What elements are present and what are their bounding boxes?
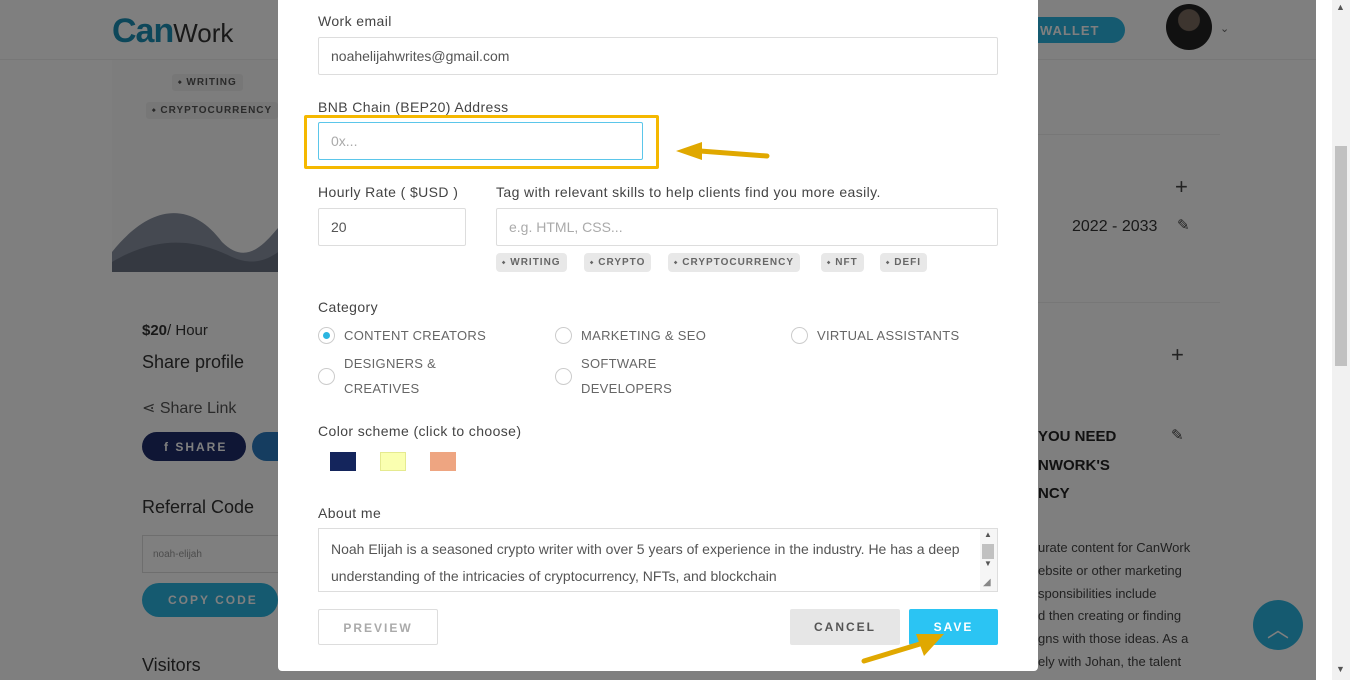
category-radio-virtual-assistants[interactable] bbox=[791, 327, 808, 344]
category-radio-marketing-seo[interactable] bbox=[555, 327, 572, 344]
page-scrollbar[interactable]: ▲ ▼ bbox=[1332, 0, 1350, 680]
hourly-rate-field[interactable] bbox=[318, 208, 466, 246]
category-option-label[interactable]: MARKETING & SEO bbox=[581, 323, 706, 348]
scroll-up-icon[interactable]: ▲ bbox=[984, 530, 992, 539]
skill-tag[interactable]: ⬩ NFT bbox=[821, 253, 864, 272]
category-option-label[interactable]: VIRTUAL ASSISTANTS bbox=[817, 323, 959, 348]
tag-icon: ⬩ bbox=[827, 257, 832, 267]
category-radio-content-creators[interactable] bbox=[318, 327, 335, 344]
about-me-textarea[interactable]: Noah Elijah is a seasoned crypto writer … bbox=[318, 528, 998, 592]
tag-icon: ⬩ bbox=[886, 257, 891, 267]
annotation-arrow-icon bbox=[676, 142, 770, 160]
bnb-address-label: BNB Chain (BEP20) Address bbox=[318, 99, 509, 115]
skill-tag[interactable]: ⬩ WRITING bbox=[496, 253, 567, 272]
bnb-address-highlight bbox=[304, 115, 659, 169]
scroll-down-icon[interactable]: ▼ bbox=[984, 559, 992, 568]
color-swatch-peach[interactable] bbox=[430, 452, 456, 471]
skill-tag[interactable]: ⬩ CRYPTOCURRENCY bbox=[668, 253, 801, 272]
skills-input[interactable] bbox=[496, 208, 998, 246]
category-option-label[interactable]: CONTENT CREATORS bbox=[344, 323, 486, 348]
work-email-label: Work email bbox=[318, 13, 392, 29]
skill-tag[interactable]: ⬩ DEFI bbox=[880, 253, 928, 272]
tag-icon: ⬩ bbox=[674, 257, 679, 267]
about-me-label: About me bbox=[318, 505, 382, 521]
category-option-label[interactable]: SOFTWARE DEVELOPERS bbox=[581, 351, 672, 401]
scrollbar-thumb[interactable] bbox=[982, 544, 994, 559]
resize-grip-icon[interactable]: ◢ bbox=[983, 577, 991, 588]
tag-icon: ⬩ bbox=[590, 257, 595, 267]
tag-icon: ⬩ bbox=[502, 257, 507, 267]
annotation-arrow-icon bbox=[861, 634, 944, 664]
category-label: Category bbox=[318, 299, 379, 315]
color-swatch-navy[interactable] bbox=[330, 452, 356, 471]
work-email-field[interactable] bbox=[318, 37, 998, 75]
category-radio-software-developers[interactable] bbox=[555, 368, 572, 385]
category-radio-designers-creatives[interactable] bbox=[318, 368, 335, 385]
textarea-scrollbar[interactable]: ▲ ▼ ◢ bbox=[980, 529, 997, 591]
skills-label: Tag with relevant skills to help clients… bbox=[496, 184, 881, 200]
hourly-rate-label: Hourly Rate ( $USD ) bbox=[318, 184, 459, 200]
preview-button[interactable]: PREVIEW bbox=[318, 609, 438, 645]
color-scheme-label: Color scheme (click to choose) bbox=[318, 423, 522, 439]
scrollbar-thumb[interactable] bbox=[1335, 146, 1347, 366]
scroll-down-icon[interactable]: ▼ bbox=[1336, 664, 1345, 674]
scroll-up-icon[interactable]: ▲ bbox=[1336, 2, 1345, 12]
color-swatch-yellow[interactable] bbox=[380, 452, 406, 471]
category-option-label[interactable]: DESIGNERS & CREATIVES bbox=[344, 351, 436, 401]
skill-tag[interactable]: ⬩ CRYPTO bbox=[584, 253, 652, 272]
